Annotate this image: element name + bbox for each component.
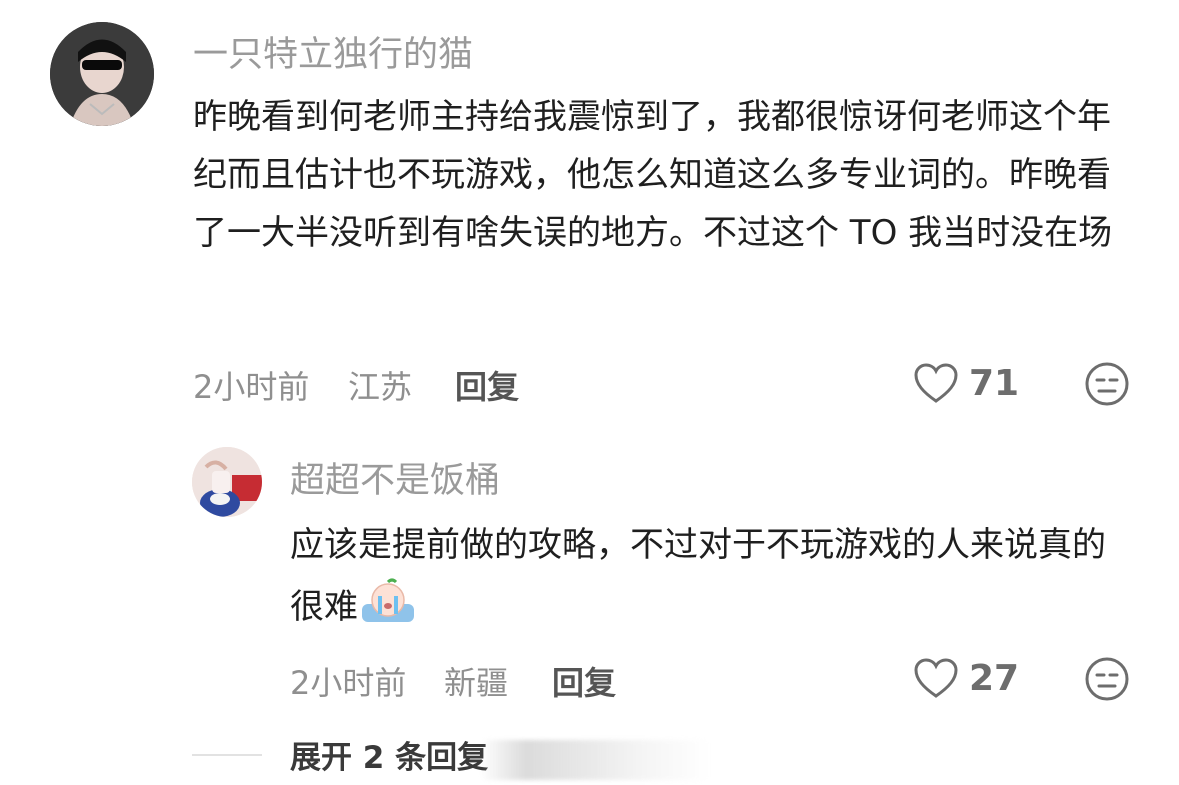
expand-divider — [192, 753, 262, 756]
avatar[interactable] — [192, 447, 262, 517]
username[interactable]: 超超不是饭桶 — [290, 452, 500, 503]
comment-time: 2小时前 — [290, 664, 407, 702]
reply-item: 超超不是饭桶 应该是提前做的攻略，不过对于不玩游戏的人来说真的很难 2小时前 新… — [0, 0, 1179, 720]
comment-location: 新疆 — [444, 664, 509, 702]
comment-text: 应该是提前做的攻略，不过对于不玩游戏的人来说真的很难 — [290, 514, 1130, 646]
expand-replies-button[interactable]: 展开 2 条回复 — [290, 732, 488, 777]
like-count: 27 — [969, 657, 1020, 699]
crying-face-emoji-icon — [360, 578, 416, 646]
avatar-image — [192, 447, 262, 517]
meh-face-icon — [1085, 657, 1129, 701]
expand-replies-row[interactable]: 展开 2 条回复 — [192, 732, 488, 777]
reply-button[interactable]: 回复 — [552, 658, 616, 704]
like-button[interactable]: 27 — [913, 657, 1019, 699]
watermark-blur — [480, 740, 710, 780]
dislike-button[interactable] — [1084, 656, 1130, 706]
heart-icon — [914, 658, 958, 698]
